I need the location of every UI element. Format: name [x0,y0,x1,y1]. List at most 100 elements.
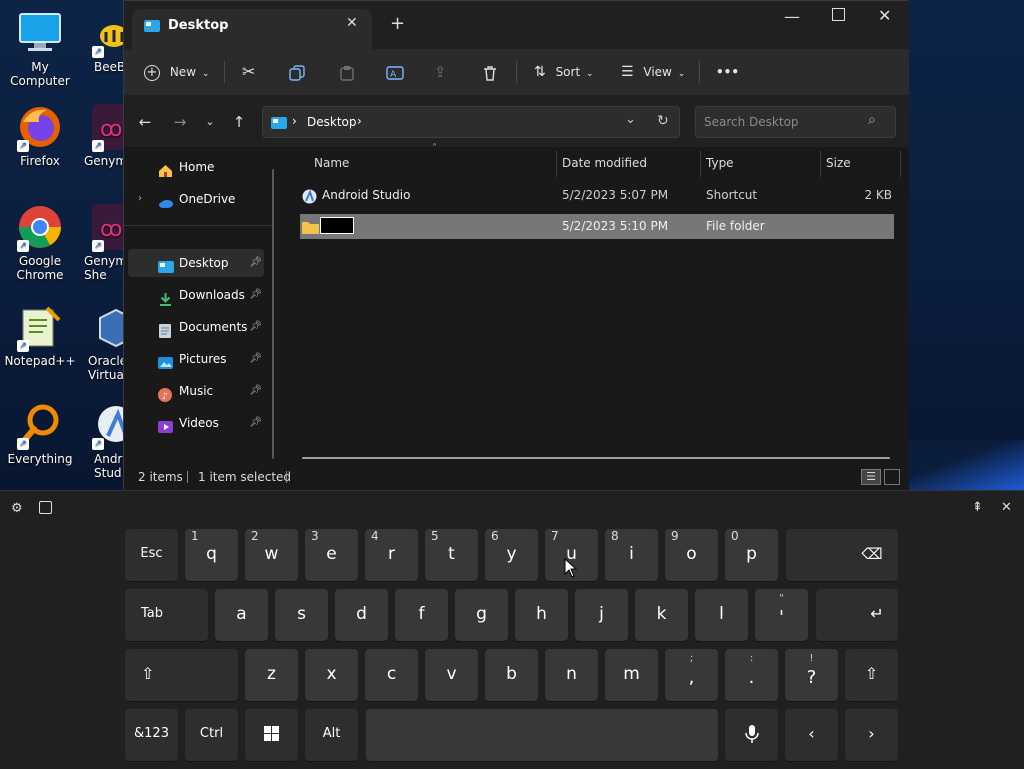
key-e[interactable]: 3e [305,529,358,581]
desktop-icon-my-computer[interactable]: My Computer [0,10,80,88]
key-left-arrow[interactable]: ‹ [785,709,838,761]
key-quote[interactable]: " ' [755,589,808,641]
file-row[interactable]: Android Studio 5/2/2023 5:07 PM Shortcut… [300,183,894,208]
key-a[interactable]: a [215,589,268,641]
file-row-selected[interactable]: 5/2/2023 5:10 PM File folder [300,214,894,239]
new-button[interactable]: + New ⌄ [144,57,209,87]
rename-icon[interactable]: A [386,57,404,87]
key-r[interactable]: 4r [365,529,418,581]
key-k[interactable]: k [635,589,688,641]
key-l[interactable]: l [695,589,748,641]
key-m[interactable]: m [605,649,658,701]
key-p[interactable]: 0p [725,529,778,581]
maximize-icon[interactable] [832,8,845,21]
horizontal-scrollbar[interactable] [302,457,890,459]
breadcrumb-desktop[interactable]: Desktop [307,115,357,129]
close-window-icon[interactable]: ✕ [878,6,891,25]
sidebar-item-documents[interactable]: Documents 📌︎ [128,313,264,341]
key-right-arrow[interactable]: › [845,709,898,761]
search-input[interactable]: Search Desktop ⌕ [695,106,896,138]
key-w[interactable]: 2w [245,529,298,581]
key-space[interactable] [366,709,718,761]
key-v[interactable]: v [425,649,478,701]
refresh-icon[interactable]: ↻ [657,113,669,129]
sort-button[interactable]: ⇅ Sort ⌄ [534,57,594,87]
key-s[interactable]: s [275,589,328,641]
key-alt[interactable]: Alt [305,709,358,761]
key-f[interactable]: f [395,589,448,641]
key-y[interactable]: 6y [485,529,538,581]
key-t[interactable]: 5t [425,529,478,581]
settings-gear-icon[interactable]: ⚙ [11,501,23,516]
key-esc[interactable]: Esc [125,529,178,581]
key-n[interactable]: n [545,649,598,701]
key-tab[interactable]: Tab [125,589,208,641]
key-g[interactable]: g [455,589,508,641]
key-x[interactable]: x [305,649,358,701]
key-enter[interactable]: ↵ [816,589,898,641]
delete-icon[interactable] [482,57,498,87]
sidebar-item-downloads[interactable]: Downloads 📌︎ [128,281,264,309]
sidebar-item-onedrive[interactable]: › OneDrive [128,185,264,213]
key-q[interactable]: 1q [185,529,238,581]
address-dropdown-icon[interactable]: ⌄ [625,112,636,127]
key-microphone[interactable] [725,709,778,761]
column-divider[interactable] [900,151,901,177]
minimize-icon[interactable]: — [784,7,800,26]
sidebar-item-home[interactable]: Home [128,153,264,181]
rename-input[interactable] [320,217,354,234]
key-period[interactable]: :. [725,649,778,701]
key-shift-left[interactable]: ⇧ [125,649,238,701]
details-view-icon[interactable]: ☰ [861,469,881,485]
expand-chevron-icon[interactable]: › [138,185,142,213]
column-divider[interactable] [556,151,557,177]
share-icon[interactable]: ⇪ [434,57,447,87]
key-symbols[interactable]: &123 [125,709,178,761]
recent-locations-chevron-icon[interactable]: ⌄ [197,109,223,135]
sidebar-item-music[interactable]: ♪ Music 📌︎ [128,377,264,405]
new-tab-icon[interactable]: + [390,13,405,34]
key-comma[interactable]: ;, [665,649,718,701]
back-arrow-icon[interactable]: ← [132,109,158,135]
cut-icon[interactable]: ✂ [242,57,255,87]
desktop-icon-notepad-plus-plus[interactable]: ↗ Notepad++ [0,304,80,368]
key-b[interactable]: b [485,649,538,701]
desktop-icon-google-chrome[interactable]: ↗ Google Chrome [0,204,80,282]
column-divider[interactable] [820,151,821,177]
sidebar-item-videos[interactable]: Videos 📌︎ [128,409,264,437]
tab-desktop[interactable]: Desktop ✕ [132,9,372,49]
key-windows[interactable] [245,709,298,761]
key-c[interactable]: c [365,649,418,701]
sidebar-item-pictures[interactable]: Pictures 📌︎ [128,345,264,373]
tiles-view-icon[interactable] [884,469,900,485]
key-h[interactable]: h [515,589,568,641]
column-header-date-modified[interactable]: Date modified [562,155,647,171]
desktop-icon-everything[interactable]: ↗ Everything [0,402,80,466]
key-backspace[interactable]: ⌫ [786,529,898,581]
forward-arrow-icon[interactable]: → [167,109,193,135]
close-tab-icon[interactable]: ✕ [346,15,358,31]
search-icon[interactable]: ⌕ [868,112,876,128]
column-header-type[interactable]: Type [706,155,734,171]
more-options-button[interactable]: ••• [716,57,739,87]
column-header-name[interactable]: Name [314,155,349,171]
column-divider[interactable] [700,151,701,177]
key-o[interactable]: 9o [665,529,718,581]
key-ctrl[interactable]: Ctrl [185,709,238,761]
sidebar-scrollbar[interactable] [272,169,274,459]
key-j[interactable]: j [575,589,628,641]
sidebar-item-desktop[interactable]: Desktop 📌︎ [128,249,264,277]
key-question[interactable]: !? [785,649,838,701]
view-button[interactable]: ☰ View ⌄ [621,57,685,87]
key-i[interactable]: 8i [605,529,658,581]
column-header-size[interactable]: Size [826,155,851,171]
keyboard-sticker-icon[interactable] [39,501,52,514]
key-d[interactable]: d [335,589,388,641]
paste-icon[interactable] [339,57,355,87]
close-keyboard-icon[interactable]: ✕ [1001,500,1012,515]
address-bar[interactable]: › Desktop › ⌄ ↻ [262,106,680,138]
keyboard-dock-icon[interactable]: ⇞ [972,500,983,515]
copy-icon[interactable] [289,57,305,87]
desktop-icon-firefox[interactable]: ↗ Firefox [0,104,80,168]
key-shift-right[interactable]: ⇧ [845,649,898,701]
